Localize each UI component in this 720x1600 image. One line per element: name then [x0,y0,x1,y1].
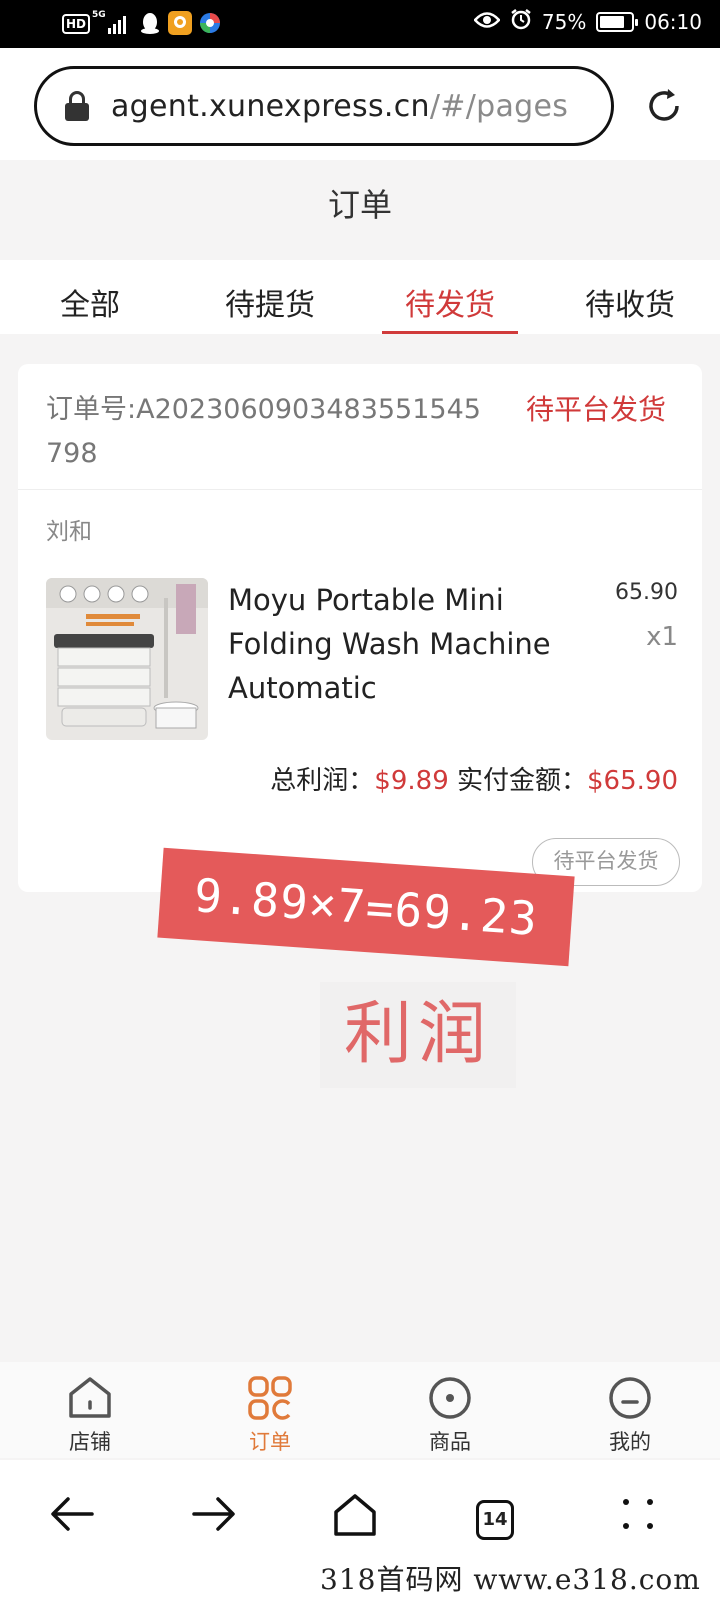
camera-app-icon [168,11,192,35]
url-host: agent.xunexpress.cn [111,88,430,124]
nav-orders-label: 订单 [249,1430,291,1454]
home-icon[interactable] [332,1492,378,1536]
order-card[interactable]: 订单号:A2023060903483551545798 待平台发货 刘和 Moy… [18,364,702,892]
status-bar: HD 5G 75% 06:10 [0,0,720,48]
network-type: 5G [92,10,106,20]
address-bar[interactable]: agent.xunexpress.cn/#/pages [34,66,614,146]
tab-all[interactable]: 全部 [0,270,180,334]
product-name[interactable]: Moyu Portable Mini Folding Wash Machine … [228,578,568,710]
nav-store-label: 店铺 [69,1430,111,1454]
reload-icon[interactable] [644,86,684,126]
paid-label: 实付金额： [457,766,588,796]
lock-icon [65,91,89,121]
browser-toolbar: agent.xunexpress.cn/#/pages [0,48,720,160]
profit-label: 总利润： [270,766,375,796]
circle-dot-icon [429,1377,471,1419]
paid-value: $65.90 [587,766,678,796]
battery-percent: 75% [541,9,587,34]
tab-pending-pickup[interactable]: 待提货 [180,270,360,334]
profile-icon [609,1377,651,1419]
browser-app-icon [198,11,222,35]
product-thumbnail[interactable] [46,578,208,740]
battery-icon [596,11,639,32]
order-summary: 总利润：$9.89 实付金额：$65.90 [218,760,678,797]
order-header: 订单号:A2023060903483551545798 待平台发货 [18,364,702,490]
nav-products[interactable]: 商品 [360,1362,540,1458]
menu-dots-icon[interactable] [618,1494,658,1534]
nav-profile[interactable]: 我的 [540,1362,720,1458]
nav-store[interactable]: 店铺 [0,1362,180,1458]
tab-pending-receipt[interactable]: 待收货 [540,270,720,334]
home-icon [69,1377,111,1418]
eye-icon [473,10,501,34]
nav-profile-label: 我的 [609,1430,651,1454]
url-text: agent.xunexpress.cn/#/pages [111,89,568,124]
nav-products-label: 商品 [429,1430,471,1454]
clock: 06:10 [644,9,702,34]
forward-arrow-icon[interactable] [192,1494,236,1534]
nav-orders[interactable]: 订单 [180,1362,360,1458]
product-price: 65.90 [615,580,678,605]
hd-badge: HD [62,14,91,34]
alarm-icon [510,8,532,35]
tab-switcher-button[interactable]: 14 [476,1500,514,1540]
profit-value: $9.89 [374,766,449,796]
order-status: 待平台发货 [526,393,667,426]
profit-caption: 利润 [320,982,516,1088]
page-title: 订单 [327,186,392,224]
signal-icon [108,14,126,34]
back-arrow-icon[interactable] [50,1494,94,1534]
qq-app-icon [138,11,162,35]
watermark: 318首码网 www.e318.com [320,1563,701,1596]
bottom-navigation: 店铺 订单 商品 我的 [0,1362,720,1458]
order-number: 订单号:A2023060903483551545798 [46,394,481,469]
customer-name: 刘和 [46,519,92,545]
tab-pending-shipment[interactable]: 待发货 [360,270,540,334]
product-quantity: x1 [646,622,678,652]
order-status-tabs: 全部 待提货 待发货 待收货 [0,270,720,334]
orders-grid-icon [248,1376,292,1420]
url-path: /#/pages [429,88,569,124]
